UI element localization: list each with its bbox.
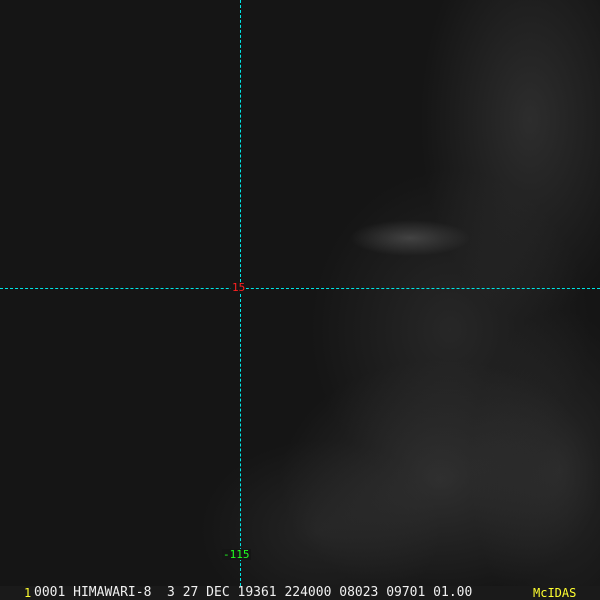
longitude-label: -115 [222, 548, 251, 561]
mcidas-logo: McIDAS [533, 586, 577, 600]
latitude-label: 15 [231, 281, 247, 294]
latitude-line [0, 288, 600, 289]
satellite-image [0, 0, 600, 586]
satellite-viewer: 15 -115 1 0001 HIMAWARI-8 3 27 DEC 19361 … [0, 0, 600, 600]
frame-number: 1 [24, 586, 32, 600]
image-info: 0001 HIMAWARI-8 3 27 DEC 19361 224000 08… [34, 585, 473, 600]
info-bar: 1 0001 HIMAWARI-8 3 27 DEC 19361 224000 0… [0, 586, 600, 600]
